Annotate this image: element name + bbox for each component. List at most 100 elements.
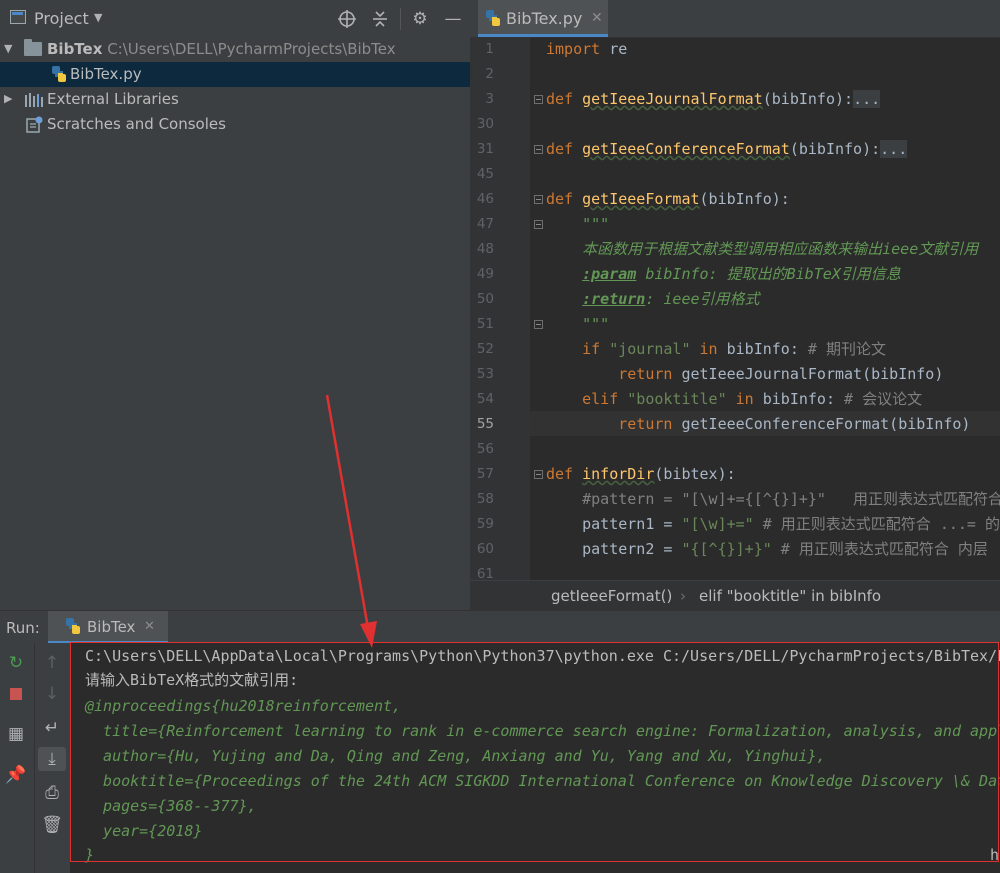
line-number: 45 xyxy=(476,166,494,182)
soft-wrap-icon[interactable]: ↵ xyxy=(40,716,64,740)
pin-icon[interactable]: 📌 xyxy=(4,763,28,787)
console-input-line: pages={368--377}, xyxy=(85,797,257,815)
console-input-line: @inproceedings{hu2018reinforcement, xyxy=(85,697,402,715)
code-line-49: :param bibInfo: 提取出的BibTeX引用信息 xyxy=(582,265,901,283)
chevron-right-icon: › xyxy=(680,587,686,605)
breadcrumb-item-statement[interactable]: elif "booktitle" in bibInfo xyxy=(699,587,881,605)
line-number: 59 xyxy=(476,516,494,532)
code-line-50: :return: ieee引用格式 xyxy=(582,290,760,308)
console-trailing-text: h xyxy=(990,846,1000,864)
line-number: 30 xyxy=(476,116,494,132)
line-number: 48 xyxy=(476,241,494,257)
tree-item-external-libraries[interactable]: ▶ External Libraries xyxy=(0,87,470,112)
tab-label: BibTex.py xyxy=(506,9,583,28)
close-icon[interactable]: ✕ xyxy=(591,10,603,26)
run-toolbar: ↻ ▦ 📌 ↑ ↓ ↵ ⤓ ⎙ 🗑 xyxy=(0,643,70,873)
external-libraries-label: External Libraries xyxy=(47,90,179,108)
code-editor[interactable]: BibTex.py ✕ 1 2 3 30 31 45 46 47 48 49 5… xyxy=(470,0,1000,610)
python-file-icon xyxy=(66,618,80,634)
code-line-59: pattern1 = "[\w]+=" # 用正则表达式匹配符合 ...= 的 xyxy=(582,515,1000,533)
line-number: 47 xyxy=(476,216,494,232)
arrow-up-icon[interactable]: ↑ xyxy=(40,651,64,675)
line-number: 52 xyxy=(476,341,494,357)
python-file-icon xyxy=(486,10,500,26)
line-number: 57 xyxy=(476,466,494,482)
line-number-current: 55 xyxy=(476,416,494,432)
tree-item-scratches[interactable]: Scratches and Consoles xyxy=(0,112,470,137)
library-icon xyxy=(25,93,43,107)
code-line-51: """ xyxy=(546,315,610,333)
line-number: 54 xyxy=(476,391,494,407)
chevron-down-icon[interactable]: ▼ xyxy=(94,11,102,24)
run-tab-bibtex[interactable]: BibTex ✕ xyxy=(48,611,168,644)
close-icon[interactable]: ✕ xyxy=(144,619,155,634)
console-input-line: } xyxy=(85,846,95,864)
console-prompt: 请输入BibTeX格式的文献引用: xyxy=(85,671,299,689)
print-icon[interactable]: ⎙ xyxy=(40,781,64,805)
line-number: 46 xyxy=(476,191,494,207)
code-line-31: def getIeeeConferenceFormat(bibInfo):... xyxy=(546,140,908,158)
arrow-down-icon[interactable]: ↓ xyxy=(40,682,64,706)
code-line-60: pattern2 = "{[^{}]+}" # 用正则表达式匹配符合 内层 xyxy=(582,540,988,558)
run-tool-window-header: Run: BibTex ✕ xyxy=(0,610,1000,644)
folder-icon xyxy=(24,39,42,56)
line-number: 58 xyxy=(476,491,494,507)
stop-icon[interactable] xyxy=(4,682,28,706)
line-number: 2 xyxy=(485,66,494,82)
project-root-label: BibTex xyxy=(47,40,103,58)
expand-arrow-icon[interactable]: ▶ xyxy=(4,92,12,105)
project-view-selector[interactable]: Project xyxy=(34,9,89,28)
console-command-line: C:\Users\DELL\AppData\Local\Programs\Pyt… xyxy=(85,647,1000,665)
minimize-icon[interactable]: — xyxy=(443,9,463,29)
folded-code-placeholder[interactable]: ... xyxy=(853,90,881,108)
code-line-57: def inforDir(bibtex): xyxy=(546,465,736,483)
project-window-icon xyxy=(10,10,26,24)
expand-arrow-icon[interactable]: ▼ xyxy=(4,42,12,55)
run-label: Run: xyxy=(6,619,40,637)
console-input-line: booktitle={Proceedings of the 24th ACM S… xyxy=(85,772,1000,790)
fold-marker-icon[interactable] xyxy=(534,95,543,104)
scratches-icon xyxy=(26,116,43,133)
layout-icon[interactable]: ▦ xyxy=(4,722,28,746)
fold-marker-icon[interactable] xyxy=(534,195,543,204)
project-header: Project ▼ ⚙ — xyxy=(0,0,470,37)
fold-marker-icon[interactable] xyxy=(534,220,543,229)
fold-marker-icon[interactable] xyxy=(534,470,543,479)
locate-target-icon[interactable] xyxy=(337,9,357,29)
run-console[interactable]: C:\Users\DELL\AppData\Local\Programs\Pyt… xyxy=(70,643,1000,873)
scratches-label: Scratches and Consoles xyxy=(47,115,226,133)
editor-tab-bibtex-py[interactable]: BibTex.py ✕ xyxy=(478,0,608,37)
line-number: 50 xyxy=(476,291,494,307)
code-line-3: def getIeeeJournalFormat(bibInfo):... xyxy=(546,90,881,108)
line-number: 3 xyxy=(485,91,494,107)
folded-code-placeholder[interactable]: ... xyxy=(880,140,908,158)
console-input-line: year={2018} xyxy=(85,822,203,840)
code-line-48: 本函数用于根据文献类型调用相应函数来输出ieee文献引用 xyxy=(546,240,979,258)
scroll-to-end-icon[interactable]: ⤓ xyxy=(38,747,66,771)
run-tab-label: BibTex xyxy=(87,618,136,636)
code-line-1: import re xyxy=(546,40,628,58)
fold-marker-icon[interactable] xyxy=(534,145,543,154)
editor-tab-bar: BibTex.py ✕ xyxy=(470,0,1000,38)
line-number: 56 xyxy=(476,441,494,457)
tree-item-bibtex-root[interactable]: ▼ BibTex C:\Users\DELL\PycharmProjects\B… xyxy=(0,37,470,62)
toolbar-divider xyxy=(34,643,35,873)
python-file-icon xyxy=(52,66,66,82)
trash-icon[interactable]: 🗑 xyxy=(40,813,64,837)
fold-marker-icon[interactable] xyxy=(534,320,543,329)
breadcrumb-item-function[interactable]: getIeeeFormat() xyxy=(551,587,672,605)
code-line-47: """ xyxy=(546,215,610,233)
code-line-55: return getIeeeConferenceFormat(bibInfo) xyxy=(618,415,971,433)
code-line-53: return getIeeeJournalFormat(bibInfo) xyxy=(618,365,944,383)
line-number-gutter: 1 2 3 30 31 45 46 47 48 49 50 51 52 53 5… xyxy=(470,37,543,582)
line-number: 1 xyxy=(485,41,494,57)
rerun-icon[interactable]: ↻ xyxy=(4,651,28,675)
tree-item-bibtex-py[interactable]: BibTex.py xyxy=(0,62,470,87)
code-line-54: elif "booktitle" in bibInfo: # 会议论文 xyxy=(582,390,923,408)
console-input-line: title={Reinforcement learning to rank in… xyxy=(85,722,1000,740)
line-number: 53 xyxy=(476,366,494,382)
line-number: 31 xyxy=(476,141,494,157)
gear-icon[interactable]: ⚙ xyxy=(410,9,430,29)
file-label: BibTex.py xyxy=(70,65,142,83)
collapse-all-icon[interactable] xyxy=(370,9,390,29)
